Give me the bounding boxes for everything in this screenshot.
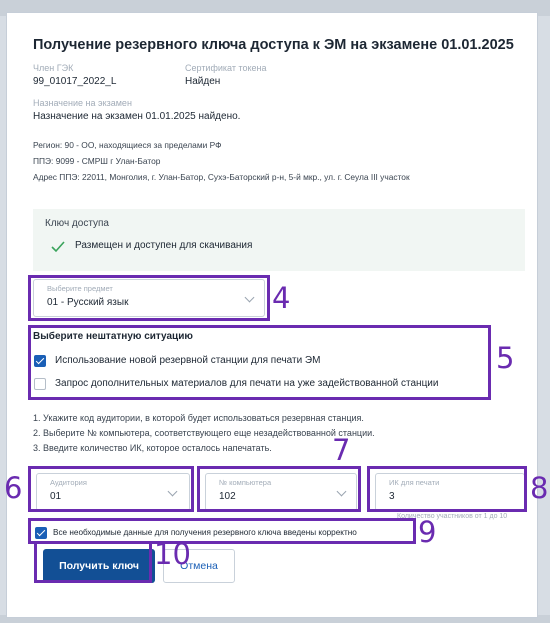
annotation-box-8: [367, 466, 527, 512]
access-key-panel: Ключ доступа Размещен и доступен для ска…: [33, 209, 525, 271]
annotation-box-10: [34, 541, 152, 583]
annotation-number-9: 9: [418, 515, 437, 549]
annotation-box-7: [197, 466, 361, 512]
member-value: 99_01017_2022_L: [33, 76, 117, 87]
member-label: Член ГЭК: [33, 63, 74, 73]
certificate-label: Сертификат токена: [185, 63, 267, 73]
check-icon: [51, 240, 65, 258]
annotation-number-4: 4: [272, 281, 291, 315]
annotation-number-5: 5: [496, 341, 515, 375]
dialog-title: Получение резервного ключа доступа к ЭМ …: [33, 37, 514, 53]
assignment-value: Назначение на экзамен 01.01.2025 найдено…: [33, 111, 241, 122]
annotation-box-4: [28, 275, 270, 321]
annotation-number-7: 7: [332, 433, 351, 467]
annotation-number-8: 8: [530, 471, 549, 505]
certificate-value: Найден: [185, 76, 221, 87]
annotation-box-5: [28, 325, 491, 400]
address-text: Адрес ППЭ: 22011, Монголия, г. Улан-Бато…: [33, 172, 410, 182]
annotation-number-10: 10: [154, 537, 191, 571]
access-key-label: Ключ доступа: [45, 218, 109, 229]
annotation-number-6: 6: [4, 471, 23, 505]
instruction-1: 1. Укажите код аудитории, в которой буде…: [33, 413, 364, 423]
ppe-text: ППЭ: 9099 - СМРШ г Улан-Батор: [33, 156, 161, 166]
region-text: Регион: 90 - ОО, находящиеся за пределам…: [33, 140, 222, 150]
instruction-3: 3. Введите количество ИК, которое остало…: [33, 443, 272, 453]
assignment-label: Назначение на экзамен: [33, 98, 132, 108]
annotation-box-6: [28, 466, 194, 512]
access-key-status: Размещен и доступен для скачивания: [75, 240, 253, 251]
instruction-2: 2. Выберите № компьютера, соответствующе…: [33, 428, 375, 438]
